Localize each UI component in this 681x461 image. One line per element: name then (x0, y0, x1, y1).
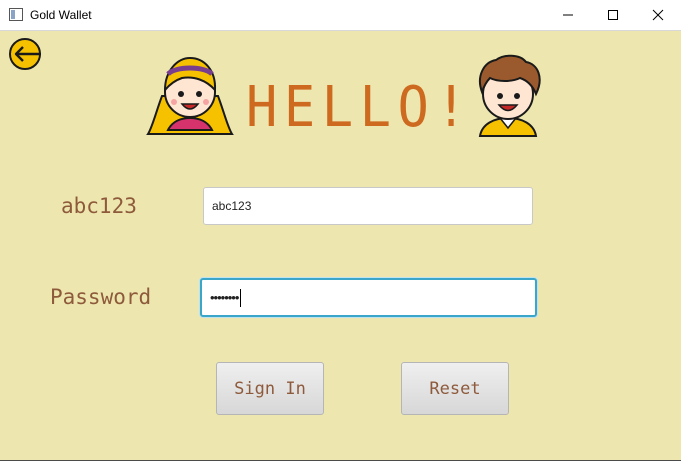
username-field[interactable]: abc123 (203, 187, 533, 225)
sign-in-label: Sign In (234, 378, 306, 399)
window-title: Gold Wallet (30, 8, 92, 22)
maximize-icon (608, 10, 618, 20)
girl-avatar-icon (146, 56, 234, 135)
minimize-button[interactable] (545, 0, 591, 30)
boy-avatar-icon (478, 54, 541, 137)
reset-label: Reset (429, 378, 481, 399)
close-icon (652, 9, 664, 21)
reset-button[interactable]: Reset (401, 362, 509, 415)
app-icon (9, 8, 23, 21)
close-button[interactable] (635, 0, 681, 30)
password-field[interactable]: •••••••• (200, 278, 537, 317)
password-label: Password (50, 285, 152, 309)
password-value: •••••••• (210, 290, 239, 305)
text-caret (240, 288, 242, 307)
title-bar: Gold Wallet (0, 0, 681, 31)
back-arrow-icon[interactable] (8, 37, 42, 71)
minimize-icon (563, 14, 573, 16)
app-window: Gold Wallet HELLO! abc123 abc123 Passwor… (0, 0, 681, 461)
username-value: abc123 (212, 199, 252, 213)
sign-in-button[interactable]: Sign In (216, 362, 324, 415)
username-label: abc123 (61, 194, 137, 218)
greeting-heading: HELLO! (246, 75, 474, 140)
maximize-button[interactable] (590, 0, 636, 30)
